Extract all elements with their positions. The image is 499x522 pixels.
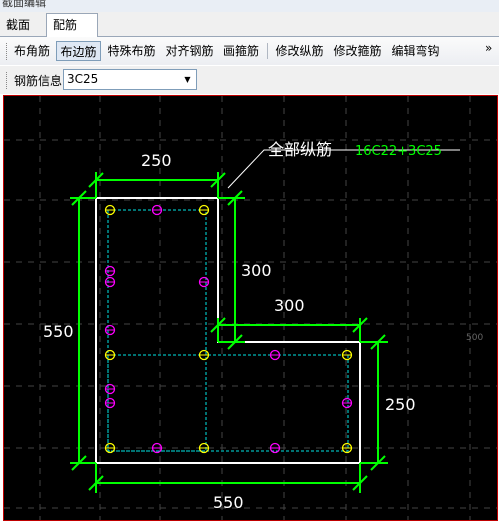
annotation-label: 全部纵筋 [268,140,332,159]
grid-label: 500 [466,333,483,343]
rebar-info-select[interactable]: 3C25 ▼ [63,69,197,90]
toolbar-overflow-icon[interactable]: » [485,41,492,55]
rebar-info-label: 钢筋信息 [14,74,63,88]
rebar-info-bar: 钢筋信息 3C25 ▼ [0,66,499,94]
section-drawing: 500 250 300300 550 250 550 全部纵筋 16C22+3C25 [4,96,497,520]
chevron-down-icon[interactable]: ▼ [180,71,195,88]
stirrup-vertical [107,209,207,452]
rebar-info-value: 3C25 [67,72,99,86]
stirrup-horizontal [107,354,349,452]
toolbar-separator [267,43,268,59]
corner-bar-button[interactable]: 布角筋 [11,41,53,61]
window-title: 截面编辑 [2,0,46,9]
draw-stirrup-button[interactable]: 画箍筋 [220,41,262,61]
dim-top-text: 250 [141,151,172,170]
tab-bar: 截面 配筋 [0,12,499,37]
drawing-canvas[interactable]: 500 250 300 300 550 250 550 全部纵筋 16C22+3C25 [3,95,498,521]
edit-stirrup-button[interactable]: 修改箍筋 [330,41,385,61]
edit-long-bar-button[interactable]: 修改纵筋 [272,41,327,61]
toolbar: 布角筋 布边筋 特殊布筋 对齐钢筋 画箍筋 修改纵筋 修改箍筋 编辑弯钩 » [0,37,499,65]
dim-notch-v-text: 300 [241,261,272,280]
dim-left-text: 550 [43,322,74,341]
align-bar-button[interactable]: 对齐钢筋 [162,41,217,61]
special-bar-button[interactable]: 特殊布筋 [104,41,159,61]
section-outline [95,197,361,464]
annotation-value: 16C22+3C25 [355,144,442,159]
edit-hook-button[interactable]: 编辑弯钩 [388,41,443,61]
side-bar-button[interactable]: 布边筋 [56,41,101,61]
dim-right-text: 250 [385,395,416,414]
window-titlebar: 截面编辑 [0,0,499,12]
dim-bottom-text: 550 [213,493,244,512]
dim-notch-h-text: 300 [274,296,305,315]
toolbar-grip[interactable] [6,43,10,60]
tab-section[interactable]: 截面 [0,15,44,35]
info-grip[interactable] [6,72,10,89]
tab-reinforcement[interactable]: 配筋 [46,13,98,37]
